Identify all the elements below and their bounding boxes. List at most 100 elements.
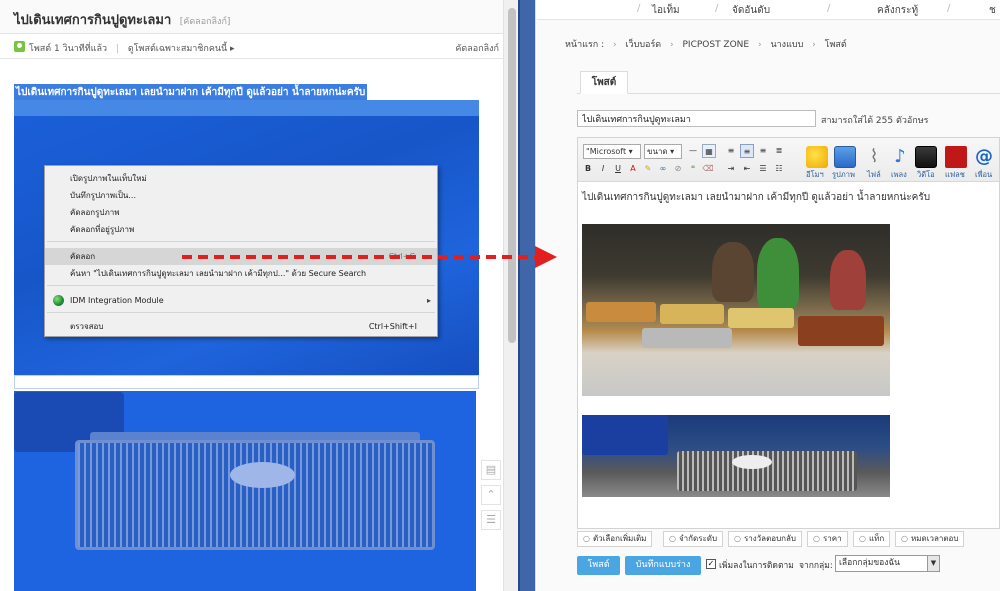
comment-icon[interactable]: ▤: [481, 460, 501, 480]
breadcrumb-model[interactable]: นางแบบ: [770, 40, 803, 50]
option-tags[interactable]: ○ แท็ก: [853, 531, 891, 547]
editor-body-text[interactable]: ไปเดินเทศการกินปูดูทะเลมา เลยนำมาฝาก เค้…: [582, 190, 930, 205]
font-size-select[interactable]: ขนาด ▾: [644, 144, 682, 159]
copy-link-button[interactable]: คัดลอกลิงก์: [455, 41, 499, 55]
table-icon[interactable]: ▦: [702, 144, 716, 158]
option-dot: ○: [901, 534, 908, 543]
music-icon[interactable]: ♪: [889, 146, 911, 168]
attachment-icon[interactable]: ⌇: [863, 146, 885, 168]
scroll-top-icon[interactable]: ⌃: [481, 485, 501, 505]
submit-post-button[interactable]: โพสต์: [577, 556, 620, 575]
option-reply-reward[interactable]: ○ รางวัลตอบกลับ: [728, 531, 802, 547]
emoticon-label: อีโมฯ: [806, 170, 824, 179]
left-scrollbar-thumb[interactable]: [508, 8, 516, 343]
option-timeout-label: หมดเวลาตอบ: [910, 534, 959, 543]
selected-headline[interactable]: ไปเดินเทศการกินปูดูทะเลมา เลยนำมาฝาก เค้…: [14, 84, 368, 100]
font-family-select[interactable]: "Microsoft ▾: [583, 144, 641, 159]
option-more-label: ตัวเลือกเพิ่มเติม: [592, 534, 647, 543]
pasted-photo-market[interactable]: [582, 224, 890, 396]
ctx-copy[interactable]: คัดลอก Ctrl+C: [45, 248, 437, 265]
selection-gap: [14, 100, 479, 116]
post-title-input[interactable]: [577, 110, 816, 127]
tab-post[interactable]: โพสต์: [580, 71, 628, 94]
option-more[interactable]: ○ ตัวเลือกเพิ่มเติม: [577, 531, 653, 547]
nav-separator: /: [947, 3, 951, 14]
ordered-list-icon[interactable]: ☰: [756, 162, 770, 176]
follow-label: เพิ่มลงในการติดตาม: [719, 561, 794, 571]
photo-grill-shape: [75, 440, 435, 550]
quote-icon[interactable]: ❝: [686, 162, 700, 176]
nav-ranking[interactable]: จัดอันดับ: [732, 3, 770, 18]
indent-icon[interactable]: ⇥: [724, 162, 738, 176]
meta-separator: |: [115, 44, 119, 54]
option-level-limit[interactable]: ○ จำกัดระดับ: [663, 531, 724, 547]
outdent-icon[interactable]: ⇤: [740, 162, 754, 176]
ctx-divider: [47, 241, 435, 242]
breadcrumb-webboard[interactable]: เว็บบอร์ด: [625, 40, 661, 50]
underline-icon[interactable]: U: [611, 162, 625, 176]
save-draft-button[interactable]: บันทึกแบบร่าง: [625, 556, 701, 575]
photo-vendor-shape: [830, 250, 866, 310]
file-label: ไฟล์: [867, 170, 881, 179]
members-only-link[interactable]: ดูโพสต์เฉพาะสมาชิกคนนี้ ▸: [128, 44, 235, 54]
breadcrumb-separator: ›: [670, 40, 674, 50]
follow-checkbox[interactable]: ✓: [706, 559, 716, 569]
highlight-icon[interactable]: ✎: [641, 162, 655, 176]
option-tags-label: แท็ก: [868, 534, 885, 543]
photo-food-tray: [642, 328, 732, 348]
photo-food-shape: [230, 462, 295, 488]
option-price[interactable]: ○ ราคา: [807, 531, 848, 547]
option-reply-timeout[interactable]: ○ หมดเวลาตอบ: [895, 531, 965, 547]
size-select-value: ขนาด: [647, 147, 668, 156]
align-right-icon[interactable]: ≡: [756, 144, 770, 158]
post-editor-pane: / ไอเท็ม / จัดอันดับ / คลังกระทู้ / ช หน…: [537, 0, 1000, 591]
link-icon[interactable]: ∞: [656, 162, 670, 176]
video-icon[interactable]: [915, 146, 937, 168]
nav-more[interactable]: ช: [989, 3, 996, 18]
breadcrumb-home[interactable]: หน้าแรก :: [565, 40, 604, 50]
align-left-icon[interactable]: ≡: [724, 144, 738, 158]
image-icon[interactable]: [834, 146, 856, 168]
font-select-value: Microsoft: [589, 147, 627, 156]
ctx-idm-module[interactable]: IDM Integration Module ▸: [45, 292, 437, 309]
list-icon[interactable]: ☰: [481, 510, 501, 530]
option-dot: ○: [669, 534, 676, 543]
group-label: จากกลุ่ม:: [799, 561, 833, 571]
ctx-save-image-as[interactable]: บันทึกรูปภาพเป็น...: [45, 187, 437, 204]
ctx-copy-image[interactable]: คัดลอกรูปภาพ: [45, 204, 437, 221]
horizontal-rule-icon[interactable]: —: [686, 144, 700, 158]
ctx-inspect-shortcut: Ctrl+Shift+I: [368, 322, 417, 331]
mention-icon[interactable]: @: [973, 146, 995, 168]
context-menu: เปิดรูปภาพในแท็บใหม่ บันทึกรูปภาพเป็น...…: [44, 165, 438, 337]
ctx-copy-label: คัดลอก: [70, 252, 96, 261]
align-center-icon[interactable]: ≡: [740, 144, 754, 158]
source-post-pane: ไปเดินเทศการกินปูดูทะเลมา [คัดลอกลิงก์] …: [0, 0, 518, 591]
unlink-icon[interactable]: ⊘: [671, 162, 685, 176]
copy-link-small[interactable]: [คัดลอกลิงก์]: [180, 17, 231, 27]
group-select[interactable]: เลือกกลุ่มของฉัน ▼: [835, 555, 940, 572]
clear-format-icon[interactable]: ⌫: [701, 162, 715, 176]
left-scrollbar[interactable]: [503, 0, 518, 591]
photo-food-shape: [732, 455, 772, 469]
ctx-copy-image-address[interactable]: คัดลอกที่อยู่รูปภาพ: [45, 221, 437, 238]
unordered-list-icon[interactable]: ☷: [772, 162, 786, 176]
nav-separator: /: [827, 3, 831, 14]
breadcrumb-separator: ›: [812, 40, 816, 50]
ctx-inspect[interactable]: ตรวจสอบ Ctrl+Shift+I: [45, 318, 437, 335]
pasted-photo-grill[interactable]: [582, 415, 890, 497]
bold-icon[interactable]: B: [581, 162, 595, 176]
flash-icon[interactable]: [945, 146, 967, 168]
ctx-secure-search[interactable]: ค้นหา "ไปเดินเทศการกินปูดูทะเลมา เลยนำมา…: [45, 265, 437, 282]
font-color-icon[interactable]: A: [626, 162, 640, 176]
ctx-open-image-new-tab[interactable]: เปิดรูปภาพในแท็บใหม่: [45, 170, 437, 187]
justify-icon[interactable]: ≣: [772, 144, 786, 158]
nav-archive[interactable]: คลังกระทู้: [877, 3, 918, 18]
top-nav: / ไอเท็ม / จัดอันดับ / คลังกระทู้ / ช: [537, 0, 1000, 20]
rich-text-editor[interactable]: "Microsoft ▾ ขนาด ▾ — ▦ ≡ ≡ ≡ ≣ B I U A …: [577, 137, 1000, 529]
option-reward-label: รางวัลตอบกลับ: [743, 534, 796, 543]
nav-items[interactable]: ไอเท็ม: [652, 3, 680, 18]
photo-vendor-shape: [712, 242, 754, 302]
breadcrumb-picpost[interactable]: PICPOST ZONE: [682, 40, 749, 50]
italic-icon[interactable]: I: [596, 162, 610, 176]
emoticon-icon[interactable]: [806, 146, 828, 168]
